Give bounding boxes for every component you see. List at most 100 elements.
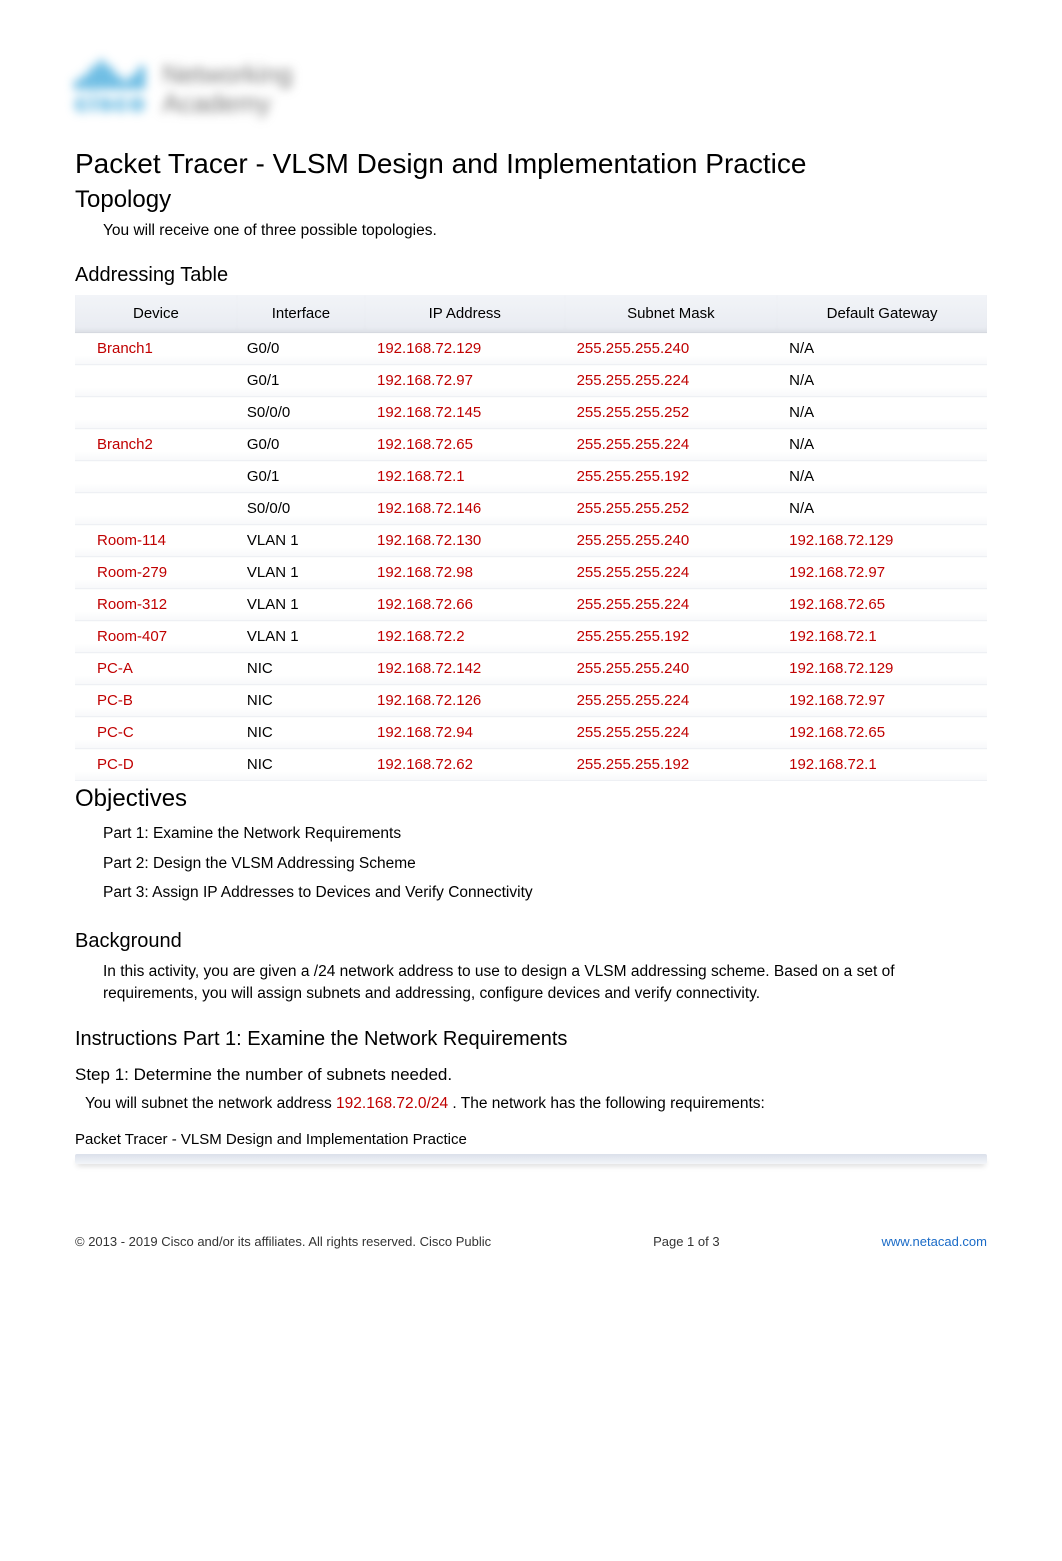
col-ip: IP Address (365, 295, 565, 333)
cell-ip: 192.168.72.62 (365, 749, 565, 781)
cell-ip: 192.168.72.65 (365, 429, 565, 461)
table-header-row: Device Interface IP Address Subnet Mask … (75, 295, 987, 333)
cell-gateway: N/A (777, 429, 987, 461)
cell-interface: NIC (237, 685, 365, 717)
cell-device: PC-D (75, 749, 237, 781)
cell-interface: VLAN 1 (237, 557, 365, 589)
cell-gateway: N/A (777, 333, 987, 365)
cell-mask: 255.255.255.224 (565, 685, 778, 717)
cell-mask: 255.255.255.240 (565, 653, 778, 685)
background-text: In this activity, you are given a /24 ne… (75, 961, 987, 1006)
cell-ip: 192.168.72.94 (365, 717, 565, 749)
addressing-table: Device Interface IP Address Subnet Mask … (75, 295, 987, 781)
cell-mask: 255.255.255.224 (565, 589, 778, 621)
cell-device (75, 493, 237, 525)
col-interface: Interface (237, 295, 365, 333)
objectives-heading: Objectives (75, 785, 987, 813)
table-row: Branch2G0/0192.168.72.65255.255.255.224N… (75, 429, 987, 461)
brand-text: Networking Academy (162, 60, 292, 117)
table-row: Room-279VLAN 1192.168.72.98255.255.255.2… (75, 557, 987, 589)
cell-ip: 192.168.72.1 (365, 461, 565, 493)
addressing-heading: Addressing Table (75, 264, 987, 287)
divider-bar (75, 1154, 987, 1164)
cell-gateway: 192.168.72.129 (777, 653, 987, 685)
cell-gateway: 192.168.72.97 (777, 557, 987, 589)
col-mask: Subnet Mask (565, 295, 778, 333)
cell-interface: G0/1 (237, 461, 365, 493)
table-row: S0/0/0192.168.72.146255.255.255.252N/A (75, 493, 987, 525)
cell-gateway: N/A (777, 365, 987, 397)
cell-mask: 255.255.255.192 (565, 461, 778, 493)
cell-interface: VLAN 1 (237, 589, 365, 621)
cell-gateway: 192.168.72.1 (777, 621, 987, 653)
footer-link[interactable]: www.netacad.com (882, 1234, 988, 1249)
cell-gateway: 192.168.72.65 (777, 589, 987, 621)
table-row: G0/1192.168.72.97255.255.255.224N/A (75, 365, 987, 397)
cell-interface: S0/0/0 (237, 493, 365, 525)
cell-gateway: 192.168.72.97 (777, 685, 987, 717)
cell-interface: G0/0 (237, 333, 365, 365)
cell-ip: 192.168.72.98 (365, 557, 565, 589)
cell-device: PC-B (75, 685, 237, 717)
cell-ip: 192.168.72.146 (365, 493, 565, 525)
table-row: G0/1192.168.72.1255.255.255.192N/A (75, 461, 987, 493)
list-item: Part 3: Assign IP Addresses to Devices a… (103, 878, 987, 907)
list-item: Part 2: Design the VLSM Addressing Schem… (103, 849, 987, 878)
cell-device: Room-114 (75, 525, 237, 557)
cell-mask: 255.255.255.252 (565, 493, 778, 525)
cell-ip: 192.168.72.129 (365, 333, 565, 365)
instructions-heading: Instructions Part 1: Examine the Network… (75, 1028, 987, 1051)
topology-heading: Topology (75, 186, 987, 214)
cell-gateway: N/A (777, 461, 987, 493)
cell-device: Room-279 (75, 557, 237, 589)
cell-mask: 255.255.255.224 (565, 557, 778, 589)
document-page: cisco Networking Academy Packet Tracer -… (0, 0, 1062, 1561)
document-title: Packet Tracer - VLSM Design and Implemen… (75, 148, 987, 180)
cell-interface: NIC (237, 749, 365, 781)
step1-text: You will subnet the network address 192.… (75, 1093, 987, 1115)
col-device: Device (75, 295, 237, 333)
background-heading: Background (75, 930, 987, 953)
footer-page-number: Page 1 of 3 (653, 1234, 720, 1249)
cell-ip: 192.168.72.97 (365, 365, 565, 397)
cell-mask: 255.255.255.224 (565, 429, 778, 461)
cell-device: Branch2 (75, 429, 237, 461)
table-row: PC-ANIC192.168.72.142255.255.255.240192.… (75, 653, 987, 685)
cell-mask: 255.255.255.224 (565, 365, 778, 397)
cell-device (75, 397, 237, 429)
cell-mask: 255.255.255.240 (565, 525, 778, 557)
cell-interface: S0/0/0 (237, 397, 365, 429)
cell-gateway: 192.168.72.65 (777, 717, 987, 749)
brand-logo: cisco Networking Academy (75, 60, 987, 118)
cell-interface: VLAN 1 (237, 525, 365, 557)
cell-device (75, 365, 237, 397)
cell-mask: 255.255.255.192 (565, 749, 778, 781)
step1-pre: You will subnet the network address (85, 1095, 336, 1112)
topology-text: You will receive one of three possible t… (75, 220, 987, 242)
table-row: Room-114VLAN 1192.168.72.130255.255.255.… (75, 525, 987, 557)
cell-gateway: N/A (777, 493, 987, 525)
step1-network: 192.168.72.0/24 (336, 1095, 448, 1112)
table-row: PC-DNIC192.168.72.62255.255.255.192192.1… (75, 749, 987, 781)
cell-device: Branch1 (75, 333, 237, 365)
cell-device: PC-C (75, 717, 237, 749)
table-row: Room-407VLAN 1192.168.72.2255.255.255.19… (75, 621, 987, 653)
cell-ip: 192.168.72.66 (365, 589, 565, 621)
objectives-list: Part 1: Examine the Network Requirements… (75, 819, 987, 907)
cell-mask: 255.255.255.192 (565, 621, 778, 653)
cell-mask: 255.255.255.224 (565, 717, 778, 749)
cell-gateway: 192.168.72.1 (777, 749, 987, 781)
cell-interface: NIC (237, 717, 365, 749)
cisco-wordmark: cisco (75, 90, 146, 118)
cell-interface: VLAN 1 (237, 621, 365, 653)
running-title: Packet Tracer - VLSM Design and Implemen… (75, 1131, 987, 1148)
cell-interface: G0/0 (237, 429, 365, 461)
step1-heading: Step 1: Determine the number of subnets … (75, 1065, 987, 1085)
table-row: S0/0/0192.168.72.145255.255.255.252N/A (75, 397, 987, 429)
cell-device: Room-312 (75, 589, 237, 621)
cell-interface: NIC (237, 653, 365, 685)
cell-interface: G0/1 (237, 365, 365, 397)
table-row: PC-BNIC192.168.72.126255.255.255.224192.… (75, 685, 987, 717)
step1-post: . The network has the following requirem… (452, 1095, 764, 1112)
cell-device (75, 461, 237, 493)
